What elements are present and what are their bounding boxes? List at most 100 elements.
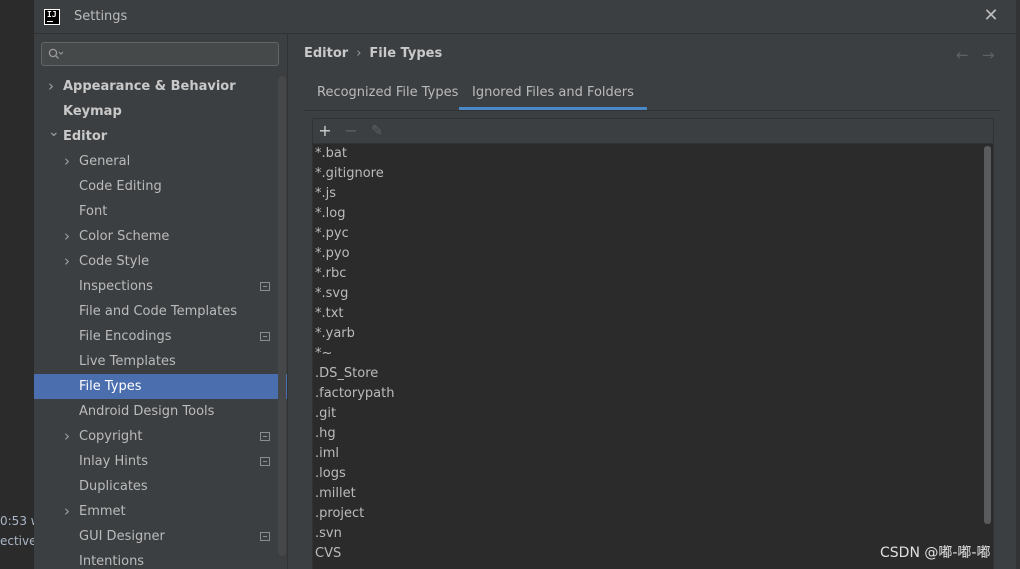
sidebar-item-label: Appearance & Behavior: [63, 79, 236, 94]
background-status-text: ective: [0, 534, 37, 548]
list-item[interactable]: .logs: [315, 464, 346, 484]
forward-arrow-icon[interactable]: →: [982, 46, 995, 64]
list-toolbar: + − ✎: [313, 119, 993, 144]
sidebar-item-code-editing[interactable]: Code Editing: [34, 174, 287, 199]
project-level-icon: [260, 282, 270, 291]
sidebar-item-label: Live Templates: [79, 354, 176, 369]
sidebar-item-label: File Types: [79, 379, 142, 394]
list-item[interactable]: *.rbc: [315, 264, 346, 284]
list-scrollbar[interactable]: [984, 146, 991, 524]
chevron-right-icon[interactable]: ›: [64, 149, 74, 174]
sidebar-item-font[interactable]: Font: [34, 199, 287, 224]
sidebar-item-label: Inspections: [79, 279, 153, 294]
sidebar-item-file-types[interactable]: File Types: [34, 374, 287, 399]
sidebar-item-label: GUI Designer: [79, 529, 165, 544]
project-level-icon: [260, 532, 270, 541]
sidebar-item-gui-designer[interactable]: GUI Designer: [34, 524, 287, 549]
sidebar-item-duplicates[interactable]: Duplicates: [34, 474, 287, 499]
sidebar-item-label: Copyright: [79, 429, 143, 444]
settings-content: Editor › File Types ← → Recognized File Ty…: [288, 34, 1016, 569]
sidebar-item-label: File Encodings: [79, 329, 172, 344]
edit-icon[interactable]: ✎: [367, 121, 387, 141]
list-item[interactable]: *.log: [315, 204, 345, 224]
sidebar-item-label: Code Style: [79, 254, 150, 269]
sidebar-item-emmet[interactable]: › Emmet: [34, 499, 287, 524]
list-item[interactable]: CVS: [315, 544, 341, 564]
chevron-right-icon[interactable]: ›: [64, 224, 74, 249]
sidebar-item-android-design-tools[interactable]: Android Design Tools: [34, 399, 287, 424]
sidebar-item-label: Emmet: [79, 504, 126, 519]
sidebar-scrollbar[interactable]: [278, 76, 286, 556]
tab-ignored-files-and-folders[interactable]: Ignored Files and Folders: [459, 80, 647, 110]
list-item[interactable]: *.pyc: [315, 224, 349, 244]
chevron-right-icon[interactable]: ›: [64, 424, 74, 449]
sidebar-item-label: Keymap: [63, 104, 122, 119]
list-item[interactable]: *.yarb: [315, 324, 355, 344]
list-item[interactable]: *.gitignore: [315, 164, 384, 184]
close-icon[interactable]: ✕: [982, 7, 1000, 25]
watermark: CSDN @嘟-嘟-嘟: [880, 545, 991, 561]
list-item[interactable]: .factorypath: [315, 384, 394, 404]
sidebar-item-copyright[interactable]: › Copyright: [34, 424, 287, 449]
sidebar-item-label: Code Editing: [79, 179, 162, 194]
sidebar-item-file-and-code-templates[interactable]: File and Code Templates: [34, 299, 287, 324]
sidebar-item-appearance-behavior[interactable]: › Appearance & Behavior: [34, 74, 287, 99]
settings-dialog: IJ Settings ✕ › Appearance & Behavior Keym…: [34, 0, 1016, 569]
sidebar-item-editor[interactable]: ⌄ Editor: [34, 124, 287, 149]
list-item[interactable]: .svn: [315, 524, 342, 544]
add-icon[interactable]: +: [315, 121, 335, 141]
breadcrumb-separator: ›: [356, 46, 362, 61]
settings-search-input[interactable]: [41, 42, 279, 66]
list-item[interactable]: *.js: [315, 184, 336, 204]
list-item[interactable]: .millet: [315, 484, 356, 504]
sidebar-item-label: Color Scheme: [79, 229, 170, 244]
background-ide: 0:53 w ective: [0, 0, 41, 569]
breadcrumb: Editor › File Types: [304, 46, 442, 61]
search-icon: [48, 48, 64, 59]
background-ide-right: [1016, 0, 1020, 569]
sidebar-item-code-style[interactable]: › Code Style: [34, 249, 287, 274]
sidebar-item-label: Editor: [63, 129, 108, 144]
sidebar-item-intentions[interactable]: Intentions: [34, 549, 287, 569]
sidebar-item-color-scheme[interactable]: › Color Scheme: [34, 224, 287, 249]
list-item[interactable]: *~: [315, 344, 332, 364]
tab-label: Ignored Files and Folders: [472, 85, 634, 100]
chevron-down-icon[interactable]: ⌄: [48, 120, 60, 145]
sidebar-item-live-templates[interactable]: Live Templates: [34, 349, 287, 374]
list-item[interactable]: .iml: [315, 444, 339, 464]
list-item[interactable]: *.bat: [315, 144, 347, 164]
tab-label: Recognized File Types: [317, 85, 459, 100]
list-item[interactable]: .DS_Store: [315, 364, 378, 384]
intellij-logo-icon: IJ: [44, 9, 60, 25]
project-level-icon: [260, 457, 270, 466]
list-item[interactable]: .git: [315, 404, 336, 424]
list-item[interactable]: .project: [315, 504, 364, 524]
tab-bar: Recognized File Types Ignored Files and …: [304, 80, 1000, 111]
remove-icon[interactable]: −: [341, 121, 361, 141]
sidebar-item-file-encodings[interactable]: File Encodings: [34, 324, 287, 349]
window-title: Settings: [74, 9, 128, 24]
sidebar-item-general[interactable]: › General: [34, 149, 287, 174]
sidebar-item-label: File and Code Templates: [79, 304, 237, 319]
settings-sidebar: › Appearance & Behavior Keymap ⌄ Editor › Gene…: [34, 34, 287, 569]
list-item[interactable]: *.txt: [315, 304, 344, 324]
sidebar-item-label: Inlay Hints: [79, 454, 148, 469]
list-item[interactable]: *.pyo: [315, 244, 350, 264]
list-item[interactable]: *.svg: [315, 284, 348, 304]
list-item[interactable]: .hg: [315, 424, 336, 444]
project-level-icon: [260, 332, 270, 341]
chevron-right-icon[interactable]: ›: [64, 499, 74, 524]
back-arrow-icon[interactable]: ←: [956, 46, 969, 64]
breadcrumb-parent: Editor: [304, 46, 349, 61]
breadcrumb-current: File Types: [369, 46, 443, 61]
sidebar-item-inlay-hints[interactable]: Inlay Hints: [34, 449, 287, 474]
tab-recognized-file-types[interactable]: Recognized File Types: [304, 80, 471, 110]
title-bar: IJ Settings ✕: [34, 0, 1016, 34]
ignored-files-panel: + − ✎ *.bat *.gitignore *.js *.log *.pyc *.py…: [312, 118, 994, 569]
chevron-right-icon[interactable]: ›: [64, 249, 74, 274]
sidebar-item-inspections[interactable]: Inspections: [34, 274, 287, 299]
sidebar-item-label: Duplicates: [79, 479, 148, 494]
sidebar-item-keymap[interactable]: Keymap: [34, 99, 287, 124]
ignored-files-list[interactable]: *.bat *.gitignore *.js *.log *.pyc *.pyo *.rbc…: [313, 144, 993, 569]
chevron-right-icon[interactable]: ›: [48, 74, 58, 99]
